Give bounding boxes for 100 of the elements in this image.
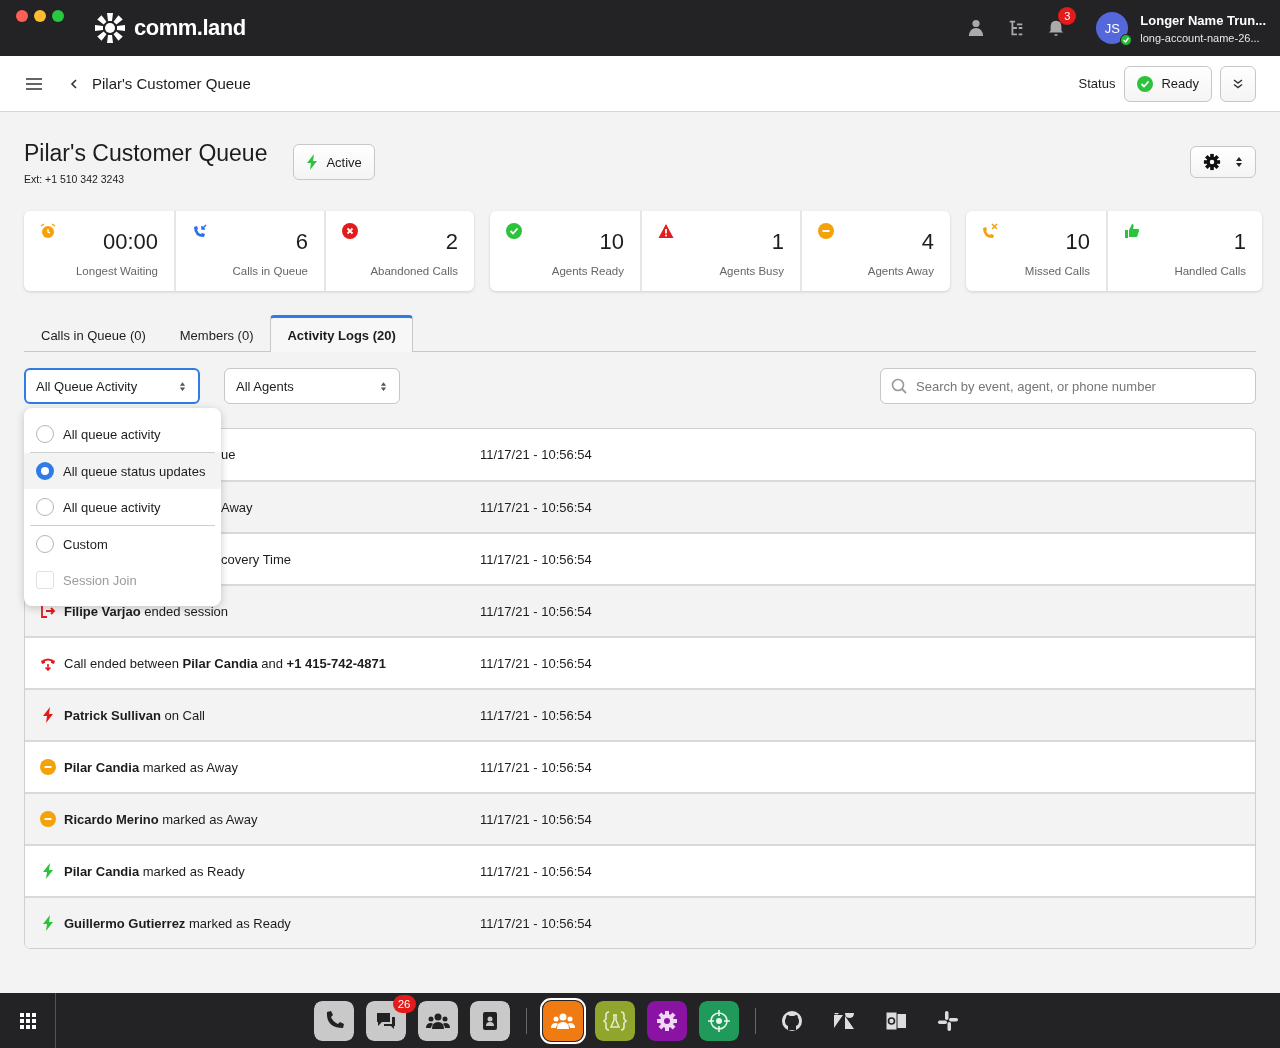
stat-label: Agents Busy (719, 265, 784, 277)
activity-option[interactable]: All queue status updates (24, 453, 221, 489)
stat-value: 4 (921, 229, 934, 255)
activity-option[interactable]: Custom (24, 526, 215, 562)
log-text: Patrick Sullivan on Call (64, 707, 205, 723)
stat-value: 1 (1233, 229, 1246, 255)
busy-icon (658, 223, 674, 239)
queue-title: Pilar's Customer Queue (24, 140, 268, 167)
settings-button[interactable] (1190, 146, 1256, 178)
user-avatar[interactable]: JS (1096, 12, 1129, 44)
radio-button[interactable] (36, 535, 54, 553)
agent-filter-select[interactable]: All Agents (224, 368, 400, 404)
alarm-icon (40, 223, 56, 239)
log-time: 11/17/21 - 10:56:54 (480, 603, 592, 619)
phone-app-icon[interactable] (313, 1000, 354, 1041)
option-label: All queue status updates (63, 463, 206, 479)
queue-app-icon[interactable] (542, 1000, 583, 1041)
sort-arrows-icon (179, 380, 186, 392)
log-time: 11/17/21 - 10:56:54 (480, 811, 592, 827)
minimize-window-button[interactable] (34, 10, 46, 22)
page-title: Pilar's Customer Queue (92, 75, 251, 92)
ready-icon (506, 223, 522, 239)
log-time: 11/17/21 - 10:56:54 (480, 499, 592, 515)
stat-label: Agents Ready (551, 265, 624, 277)
missed-icon (982, 223, 998, 239)
queue-extension: Ext: +1 510 342 3243 (24, 173, 126, 185)
log-text: covery Time (221, 551, 292, 567)
settings-icon (1203, 153, 1221, 171)
stat-label: Missed Calls (1024, 265, 1090, 277)
radio-button[interactable] (36, 425, 54, 443)
bell-icon[interactable] (1047, 19, 1066, 37)
app-grid-icon[interactable] (19, 1012, 36, 1029)
log-text: Pilar Candia marked as Away (64, 759, 238, 775)
search-field[interactable]: Search by event, agent, or phone number (880, 368, 1256, 404)
tab[interactable]: Calls in Queue (0) (24, 315, 163, 352)
option-label: Session Join (63, 572, 137, 588)
stat-value: 1 (771, 229, 784, 255)
notification-count: 3 (1058, 7, 1077, 25)
bolt-icon (306, 154, 319, 170)
account-name: long-account-name-26... (1140, 31, 1261, 44)
stat-value: 10 (1065, 229, 1090, 255)
log-text: ue (221, 447, 236, 462)
abandoned-icon (342, 223, 358, 239)
check-circle-icon (1137, 75, 1154, 92)
maximize-window-button[interactable] (52, 10, 64, 22)
log-time: 11/17/21 - 10:56:54 (480, 655, 592, 671)
log-text: Filipe Varjao ended session (64, 603, 229, 619)
tab[interactable]: Activity Logs (20) (270, 315, 413, 352)
user-name: Longer Name Trun... (1140, 12, 1266, 28)
online-status-icon (1120, 34, 1133, 46)
radio-button[interactable] (36, 462, 54, 480)
bolt-icon (40, 707, 56, 723)
double-chevron-down-icon (1233, 78, 1243, 89)
log-text: Pilar Candia marked as Ready (64, 863, 245, 879)
log-time: 11/17/21 - 10:56:54 (480, 759, 592, 775)
log-time: 11/17/21 - 10:56:54 (480, 707, 592, 723)
brand-name: comm.land (134, 15, 246, 41)
tab[interactable]: Members (0) (162, 315, 271, 352)
lab-app-icon[interactable] (594, 1000, 635, 1041)
activity-filter-select[interactable]: All Queue Activity (24, 368, 200, 404)
away-icon (40, 811, 56, 827)
close-window-button[interactable] (16, 10, 28, 22)
gear-app-icon[interactable] (646, 1000, 687, 1041)
handled-icon (1124, 223, 1140, 239)
away-icon (40, 759, 56, 775)
stat-value: 10 (599, 229, 624, 255)
log-text: Call ended between Pilar Candia and +1 415-742-4871 (64, 655, 386, 671)
sort-arrows-icon (380, 380, 387, 392)
stat-value: 2 (445, 229, 458, 255)
log-time: 11/17/21 - 10:56:54 (480, 863, 592, 879)
activity-option[interactable]: All queue activity (30, 489, 215, 526)
sort-arrows-icon (1235, 156, 1243, 168)
bolt-icon (40, 863, 56, 879)
contacts-app-icon[interactable] (469, 1000, 510, 1041)
stat-label: Longest Waiting (75, 265, 158, 277)
status-button[interactable]: Ready (1124, 65, 1212, 102)
wheel-logo-icon (94, 12, 126, 44)
stat-label: Agents Away (867, 265, 934, 277)
status-label: Status (1078, 76, 1116, 91)
menu-icon[interactable] (26, 77, 42, 90)
option-label: All queue activity (63, 426, 161, 442)
radio-button[interactable] (36, 498, 54, 516)
agent-icon[interactable] (967, 19, 986, 37)
stat-label: Calls in Queue (232, 265, 308, 277)
log-time: 11/17/21 - 10:56:54 (480, 915, 592, 931)
log-time: 11/17/21 - 10:56:54 (480, 447, 592, 462)
option-label: Custom (63, 536, 108, 552)
collapse-button[interactable] (1220, 65, 1256, 102)
back-chevron-icon[interactable] (70, 78, 78, 89)
stat-label: Handled Calls (1174, 265, 1246, 277)
team-app-icon[interactable] (417, 1000, 458, 1041)
log-text: Ricardo Merino marked as Away (64, 811, 258, 827)
unread-count: 26 (392, 994, 416, 1013)
away-icon (818, 223, 834, 239)
target-app-icon[interactable] (698, 1000, 739, 1041)
bolt-icon (40, 915, 56, 931)
log-text: Guillermo Gutierrez marked as Ready (64, 915, 291, 931)
queue-state-button[interactable]: Active (293, 144, 375, 180)
exit-icon (40, 603, 56, 619)
stat-label: Abandoned Calls (370, 265, 458, 277)
